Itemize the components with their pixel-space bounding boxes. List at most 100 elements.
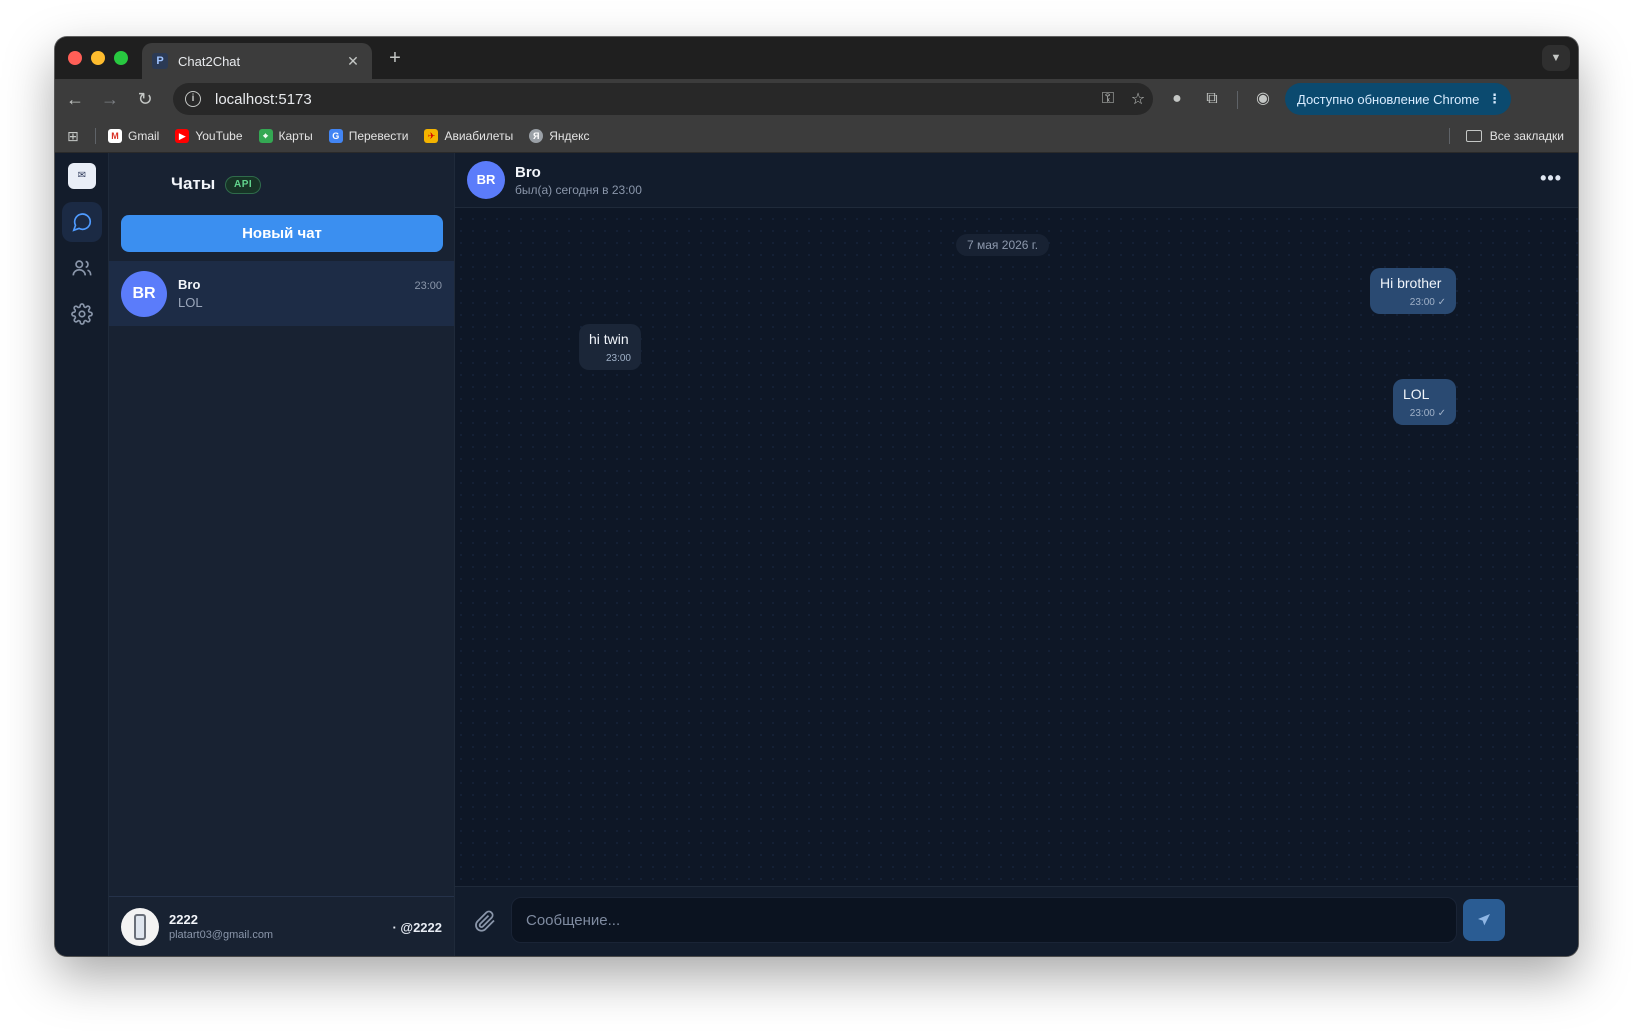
- all-bookmarks-label: Все закладки: [1489, 128, 1564, 143]
- chat-item-name: Bro: [178, 277, 201, 292]
- browser-tab[interactable]: P Chat2Chat ✕: [142, 43, 372, 79]
- youtube-icon: ▶: [175, 128, 190, 143]
- bookmark-label: Авиабилеты: [444, 128, 514, 143]
- bookmark-star-icon[interactable]: ☆: [1123, 89, 1153, 109]
- avatar[interactable]: BR: [467, 161, 505, 199]
- back-arrow-icon[interactable]: ←: [63, 87, 87, 111]
- browser-toolbar: ← → ↻ i localhost:5173 ⚿ ☆ ● ⧉ ◉ Доступн…: [55, 79, 1578, 119]
- tab-search-chevron-icon[interactable]: ▼: [1542, 45, 1570, 71]
- folder-icon: [1465, 129, 1482, 142]
- users-icon: [72, 260, 92, 276]
- address-url[interactable]: localhost:5173: [215, 91, 1093, 108]
- bookmark-label: Gmail: [128, 128, 160, 143]
- read-check-icon: ✓: [1437, 297, 1446, 308]
- phone-icon: [134, 913, 146, 940]
- api-badge: API: [225, 176, 262, 194]
- nav-settings-button[interactable]: [62, 294, 102, 334]
- message-time: 23:00: [1409, 408, 1435, 419]
- profile-avatar-icon[interactable]: ◉: [1251, 87, 1275, 111]
- apps-grid-icon[interactable]: ⊞: [67, 128, 83, 144]
- message-meta: 23:00 ✓: [1403, 408, 1446, 419]
- bookmark-label: Яндекс: [549, 128, 590, 143]
- chat-item-body: Bro LOL: [178, 277, 454, 310]
- message-bubble-outgoing: Hi brother 23:00 ✓: [1370, 268, 1456, 314]
- password-key-icon[interactable]: ⚿: [1093, 90, 1123, 108]
- forward-arrow-icon[interactable]: →: [98, 87, 122, 111]
- window-maximize-button[interactable]: [114, 51, 128, 65]
- bookmarks-divider: [95, 127, 96, 144]
- reload-icon[interactable]: ↻: [133, 87, 157, 111]
- all-bookmarks-button[interactable]: Все закладки: [1448, 127, 1564, 144]
- bookmark-yandex[interactable]: Я Яндекс: [529, 128, 590, 143]
- chrome-update-button[interactable]: Доступно обновление Chrome ⋮: [1285, 83, 1511, 115]
- chat-list-panel: Чаты API Новый чат BR Bro LOL 23:00 2222…: [109, 153, 455, 956]
- chat-list-title: Чаты: [171, 174, 216, 193]
- bookmark-flights[interactable]: ✈ Авиабилеты: [424, 128, 514, 143]
- nav-rail: ✉: [55, 153, 109, 956]
- date-separator: 7 мая 2026 г.: [956, 234, 1050, 256]
- conversation-status: был(а) сегодня в 23:00: [515, 182, 642, 197]
- new-tab-button[interactable]: +: [383, 47, 407, 71]
- address-bar[interactable]: i localhost:5173 ⚿ ☆: [173, 83, 1153, 115]
- extensions-puzzle-icon[interactable]: ⧉: [1200, 87, 1224, 111]
- message-bubble-incoming: hi twin 23:00: [579, 324, 641, 370]
- message-input[interactable]: [511, 897, 1457, 943]
- read-check-icon: ✓: [1437, 408, 1446, 419]
- nav-contacts-button[interactable]: [62, 248, 102, 288]
- toolbar-divider: [1237, 91, 1238, 109]
- yandex-icon: Я: [529, 128, 544, 143]
- bookmark-gmail[interactable]: M Gmail: [108, 128, 160, 143]
- chrome-menu-icon: ⋮: [1488, 91, 1501, 106]
- flights-icon: ✈: [424, 128, 439, 143]
- gmail-icon: M: [108, 128, 122, 143]
- conversation-header-body: Bro был(а) сегодня в 23:00: [515, 164, 642, 197]
- message-time: 23:00: [605, 353, 631, 364]
- chrome-update-label: Доступно обновление Chrome: [1297, 91, 1480, 107]
- send-icon: [1478, 914, 1490, 926]
- conversation-header: BR Bro был(а) сегодня в 23:00 •••: [455, 153, 1578, 208]
- translate-icon: G: [328, 128, 343, 143]
- tab-strip: P Chat2Chat ✕ + ▼: [55, 37, 1578, 79]
- current-user-profile[interactable]: 2222 platart03@gmail.com · @2222: [109, 896, 454, 956]
- send-button[interactable]: [1463, 899, 1505, 941]
- window-close-button[interactable]: [68, 51, 82, 65]
- avatar: BR: [121, 270, 167, 317]
- chat-app: ✉ Чаты API Новый чат BR Bro LOL 23:00 22…: [55, 153, 1578, 956]
- app-logo-icon[interactable]: ✉: [68, 163, 96, 189]
- conversation-name[interactable]: Bro: [515, 164, 642, 181]
- chat-item-time: 23:00: [414, 280, 442, 292]
- message-text: LOL: [1403, 386, 1430, 402]
- message-time: 23:00: [1409, 297, 1435, 308]
- maps-icon: ⌖: [258, 128, 273, 143]
- bookmark-translate[interactable]: G Перевести: [328, 128, 409, 143]
- message-composer: [455, 886, 1578, 956]
- message-text: hi twin: [589, 331, 629, 347]
- tab-close-icon[interactable]: ✕: [344, 53, 362, 70]
- conversation-panel: BR Bro был(а) сегодня в 23:00 ••• 7 мая …: [455, 153, 1578, 956]
- chat-item-last-message: LOL: [178, 295, 203, 310]
- bookmark-label: YouTube: [195, 128, 243, 143]
- bookmark-label: Карты: [278, 128, 313, 143]
- window-minimize-button[interactable]: [91, 51, 105, 65]
- site-info-icon[interactable]: i: [185, 91, 201, 107]
- message-meta: 23:00 ✓: [1380, 297, 1446, 308]
- chat-list-item[interactable]: BR Bro LOL 23:00: [109, 261, 454, 326]
- message-bubble-outgoing: LOL 23:00 ✓: [1393, 379, 1456, 425]
- tab-favicon-icon: P: [152, 53, 168, 69]
- message-text: Hi brother: [1380, 275, 1442, 291]
- bookmark-maps[interactable]: ⌖ Карты: [258, 128, 313, 143]
- browser-window: P Chat2Chat ✕ + ▼ ← → ↻ i localhost:5173…: [55, 37, 1578, 956]
- new-chat-button[interactable]: Новый чат: [121, 215, 443, 252]
- chat-bubble-icon: [72, 213, 92, 232]
- extension-circle-icon[interactable]: ●: [1165, 87, 1189, 111]
- bookmark-label: Перевести: [348, 128, 409, 143]
- bookmark-youtube[interactable]: ▶ YouTube: [175, 128, 243, 143]
- tab-title: Chat2Chat: [178, 53, 241, 69]
- more-options-icon[interactable]: •••: [1540, 168, 1562, 189]
- profile-handle: · @2222: [392, 920, 442, 935]
- nav-chats-button[interactable]: [62, 202, 102, 242]
- profile-avatar: [121, 907, 159, 946]
- gear-icon: [71, 303, 93, 325]
- bookmarks-divider: [1448, 127, 1450, 144]
- attach-paperclip-icon[interactable]: [473, 909, 497, 933]
